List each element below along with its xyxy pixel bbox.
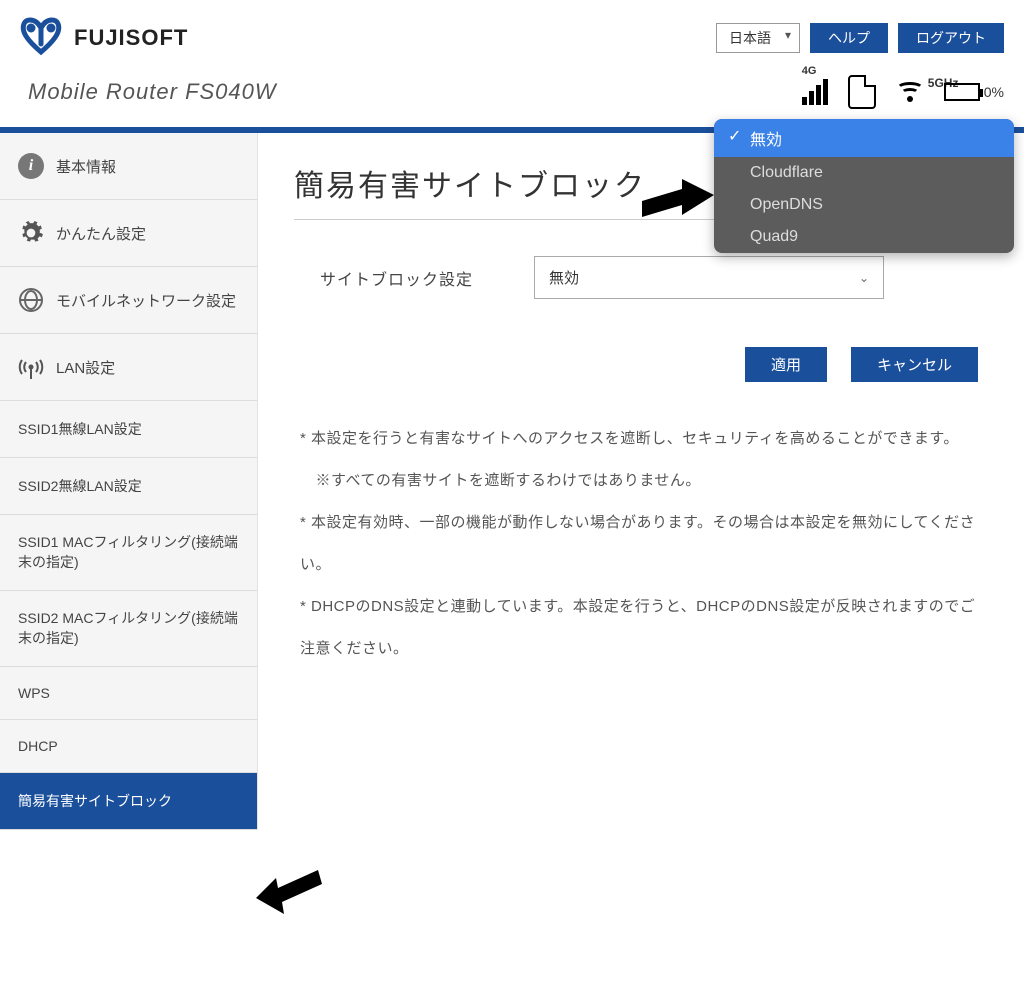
content-area: 無効 Cloudflare OpenDNS Quad9 簡易有害サイトブロック … — [258, 133, 1024, 830]
signal-icon: 4G — [802, 79, 828, 105]
network-type-label: 4G — [802, 65, 817, 77]
sidebar-item-lan-settings[interactable]: LAN設定 — [0, 334, 257, 401]
language-select[interactable]: 日本語 — [716, 23, 800, 53]
subheader: Mobile Router FS040W 4G 5GHz 0% — [0, 67, 1024, 127]
field-label: サイトブロック設定 — [294, 266, 534, 290]
sidebar-item-label: SSID2 MACフィルタリング(接続端末の指定) — [18, 609, 239, 648]
sidebar-item-label: SSID1無線LAN設定 — [18, 419, 142, 439]
site-block-select[interactable]: 無効 ⌄ — [534, 256, 884, 299]
sidebar-item-label: WPS — [18, 685, 50, 701]
sidebar-item-ssid1-wlan[interactable]: SSID1無線LAN設定 — [0, 401, 257, 458]
sidebar-item-wps[interactable]: WPS — [0, 667, 257, 720]
sidebar-item-ssid2-wlan[interactable]: SSID2無線LAN設定 — [0, 458, 257, 515]
sidebar-item-label: SSID2無線LAN設定 — [18, 476, 142, 496]
sidebar-item-label: 簡易有害サイトブロック — [18, 791, 172, 811]
sidebar-item-mobile-network[interactable]: モバイルネットワーク設定 — [0, 267, 257, 334]
battery-icon: 0% — [944, 83, 1004, 101]
sidebar-item-site-block[interactable]: 簡易有害サイトブロック — [0, 773, 257, 830]
select-value: 無効 — [549, 267, 579, 288]
action-row: 適用 キャンセル — [294, 347, 984, 382]
dropdown-option-opendns[interactable]: OpenDNS — [714, 189, 1014, 221]
apply-button[interactable]: 適用 — [745, 347, 827, 382]
logo-icon — [20, 16, 62, 59]
sidebar: i 基本情報 かんたん設定 モバイルネットワーク設定 LAN設定 SSID1無線… — [0, 133, 258, 830]
help-button[interactable]: ヘルプ — [810, 23, 888, 53]
sidebar-item-ssid2-mac[interactable]: SSID2 MACフィルタリング(接続端末の指定) — [0, 591, 257, 667]
topbar: FUJISOFT 日本語 ヘルプ ログアウト — [0, 0, 1024, 67]
note-line: ※すべての有害サイトを遮断するわけではありません。 — [300, 460, 978, 502]
globe-icon — [18, 287, 44, 313]
sidebar-item-easy-settings[interactable]: かんたん設定 — [0, 200, 257, 267]
sidebar-item-label: LAN設定 — [56, 357, 115, 378]
notes-block: * 本設定を行うと有害なサイトへのアクセスを遮断し、セキュリティを高めることがで… — [294, 418, 984, 670]
main-layout: i 基本情報 かんたん設定 モバイルネットワーク設定 LAN設定 SSID1無線… — [0, 133, 1024, 830]
sidebar-item-label: DHCP — [18, 738, 58, 754]
arrow-annotation-dropdown — [634, 177, 714, 237]
wifi-icon: 5GHz — [896, 82, 924, 102]
note-line: * 本設定有効時、一部の機能が動作しない場合があります。その場合は本設定を無効に… — [300, 502, 978, 586]
dropdown-popup: 無効 Cloudflare OpenDNS Quad9 — [714, 119, 1014, 253]
antenna-icon — [18, 354, 44, 380]
dropdown-option-quad9[interactable]: Quad9 — [714, 221, 1014, 253]
sidebar-item-label: かんたん設定 — [56, 223, 146, 244]
device-name: Mobile Router FS040W — [28, 79, 277, 105]
sidebar-item-label: 基本情報 — [56, 156, 116, 177]
language-value: 日本語 — [729, 30, 771, 46]
logout-button[interactable]: ログアウト — [898, 23, 1004, 53]
gear-icon — [18, 220, 44, 246]
logo-area: FUJISOFT — [20, 16, 188, 59]
sidebar-item-ssid1-mac[interactable]: SSID1 MACフィルタリング(接続端末の指定) — [0, 515, 257, 591]
cancel-button[interactable]: キャンセル — [851, 347, 978, 382]
note-line: * 本設定を行うと有害なサイトへのアクセスを遮断し、セキュリティを高めることがで… — [300, 418, 978, 460]
status-icons: 4G 5GHz 0% — [802, 75, 1004, 109]
battery-percent: 0% — [984, 84, 1004, 100]
sidebar-item-basic-info[interactable]: i 基本情報 — [0, 133, 257, 200]
arrow-annotation-sidebar — [256, 862, 326, 914]
sidebar-item-label: モバイルネットワーク設定 — [56, 290, 236, 311]
dropdown-option-disabled[interactable]: 無効 — [714, 119, 1014, 157]
brand-name: FUJISOFT — [74, 25, 188, 51]
info-icon: i — [18, 153, 44, 179]
dropdown-option-cloudflare[interactable]: Cloudflare — [714, 157, 1014, 189]
note-line: * DHCPのDNS設定と連動しています。本設定を行うと、DHCPのDNS設定が… — [300, 586, 978, 670]
sidebar-item-dhcp[interactable]: DHCP — [0, 720, 257, 773]
form-row-site-block: サイトブロック設定 無効 ⌄ — [294, 256, 984, 299]
sidebar-item-label: SSID1 MACフィルタリング(接続端末の指定) — [18, 533, 239, 572]
chevron-down-icon: ⌄ — [859, 271, 869, 285]
sim-icon — [848, 75, 876, 109]
